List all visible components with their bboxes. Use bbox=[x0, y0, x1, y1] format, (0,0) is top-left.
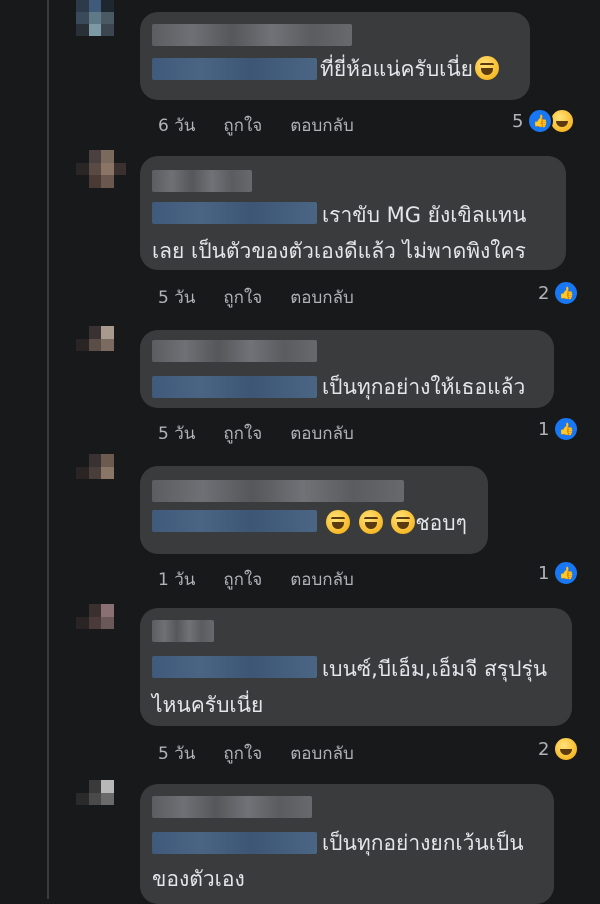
reaction-count: 2 bbox=[538, 738, 550, 760]
reply-link[interactable]: ตอบกลับ bbox=[290, 420, 354, 447]
tagged-name-blurred[interactable] bbox=[152, 832, 317, 854]
commenter-name-blurred[interactable] bbox=[152, 170, 252, 192]
avatar[interactable] bbox=[76, 0, 126, 48]
like-link[interactable]: ถูกใจ bbox=[223, 420, 262, 447]
comment-bubble: เป็นทุกอย่างให้เธอแล้ว bbox=[140, 330, 554, 408]
reactions[interactable]: 5 👍 bbox=[512, 108, 576, 134]
avatar[interactable] bbox=[76, 780, 126, 830]
comment-bubble: เบนซ์,บีเอ็ม,เอ็มจี สรุปรุ่น ไหนครับเนี่… bbox=[140, 608, 572, 726]
reaction-count: 5 bbox=[512, 110, 524, 132]
comment-meta: 5 วัน ถูกใจ ตอบกลับ bbox=[158, 420, 354, 447]
reactions[interactable]: 1 👍 bbox=[538, 416, 580, 442]
reaction-count: 2 bbox=[538, 282, 550, 304]
comment-meta: 6 วัน ถูกใจ ตอบกลับ bbox=[158, 112, 354, 139]
comment-text: เป็นทุกอย่างให้เธอแล้ว bbox=[322, 375, 526, 399]
avatar[interactable] bbox=[76, 454, 126, 504]
comment-text-line: ของตัวเอง bbox=[152, 867, 245, 891]
comment-time[interactable]: 6 วัน bbox=[158, 112, 195, 139]
commenter-name-blurred[interactable] bbox=[152, 620, 214, 642]
comment-time[interactable]: 5 วัน bbox=[158, 420, 195, 447]
like-icon: 👍 bbox=[553, 560, 580, 586]
like-link[interactable]: ถูกใจ bbox=[223, 112, 262, 139]
tagged-name-blurred[interactable] bbox=[152, 510, 317, 532]
like-link[interactable]: ถูกใจ bbox=[223, 740, 262, 767]
haha-icon bbox=[549, 108, 576, 134]
comment-text-line: เบนซ์,บีเอ็ม,เอ็มจี สรุปรุ่น bbox=[322, 657, 548, 681]
reply-link[interactable]: ตอบกลับ bbox=[290, 284, 354, 311]
comment-bubble: เป็นทุกอย่างยกเว้นเป็น ของตัวเอง bbox=[140, 784, 554, 904]
commenter-name-blurred[interactable] bbox=[152, 24, 352, 46]
laughing-emoji-icon bbox=[391, 510, 416, 534]
comment-time[interactable]: 5 วัน bbox=[158, 284, 195, 311]
haha-icon bbox=[553, 736, 580, 762]
tagged-name-blurred[interactable] bbox=[152, 58, 317, 80]
comment-bubble: ชอบๆ bbox=[140, 466, 488, 554]
sweat-smile-emoji-icon bbox=[475, 56, 499, 80]
tagged-name-blurred[interactable] bbox=[152, 202, 317, 224]
tagged-name-blurred[interactable] bbox=[152, 376, 317, 398]
reaction-count: 1 bbox=[538, 562, 550, 584]
comment-meta: 1 วัน ถูกใจ ตอบกลับ bbox=[158, 566, 354, 593]
thread-line bbox=[47, 0, 49, 899]
like-icon: 👍 bbox=[553, 280, 580, 306]
comment-text: ชอบๆ bbox=[324, 506, 467, 540]
commenter-name-blurred[interactable] bbox=[152, 796, 312, 818]
reactions[interactable]: 1 👍 bbox=[538, 560, 580, 586]
laughing-emoji-icon bbox=[326, 510, 350, 534]
reaction-count: 1 bbox=[538, 418, 550, 440]
reactions[interactable]: 2 👍 bbox=[538, 280, 580, 306]
avatar[interactable] bbox=[76, 604, 126, 654]
like-icon: 👍 bbox=[527, 108, 554, 134]
comment-time[interactable]: 1 วัน bbox=[158, 566, 195, 593]
comment-text-line: เลย เป็นตัวของตัวเองดีแล้ว ไม่พาดพิงใคร bbox=[152, 239, 526, 263]
avatar[interactable] bbox=[76, 150, 126, 200]
reply-link[interactable]: ตอบกลับ bbox=[290, 740, 354, 767]
comment-text-line: เราขับ MG ยังเขิลแทน bbox=[322, 203, 527, 227]
comment-bubble: ที่ยี่ห้อแน่ครับเนี่ย bbox=[140, 12, 530, 100]
reactions[interactable]: 2 bbox=[538, 736, 580, 762]
comment-text-line: ไหนครับเนี่ย bbox=[152, 693, 264, 717]
tagged-name-blurred[interactable] bbox=[152, 656, 317, 678]
comment-bubble: เราขับ MG ยังเขิลแทน เลย เป็นตัวของตัวเอ… bbox=[140, 156, 566, 270]
commenter-name-blurred[interactable] bbox=[152, 480, 404, 502]
laughing-emoji-icon bbox=[358, 510, 383, 534]
comment-meta: 5 วัน ถูกใจ ตอบกลับ bbox=[158, 284, 354, 311]
reply-link[interactable]: ตอบกลับ bbox=[290, 112, 354, 139]
like-link[interactable]: ถูกใจ bbox=[223, 566, 262, 593]
reply-link[interactable]: ตอบกลับ bbox=[290, 566, 354, 593]
comment-meta: 5 วัน ถูกใจ ตอบกลับ bbox=[158, 740, 354, 767]
comment-text: ที่ยี่ห้อแน่ครับเนี่ย bbox=[320, 52, 499, 86]
comment-text-line: เป็นทุกอย่างยกเว้นเป็น bbox=[322, 831, 524, 855]
like-icon: 👍 bbox=[553, 416, 580, 442]
like-link[interactable]: ถูกใจ bbox=[223, 284, 262, 311]
commenter-name-blurred[interactable] bbox=[152, 340, 317, 362]
comment-time[interactable]: 5 วัน bbox=[158, 740, 195, 767]
avatar[interactable] bbox=[76, 326, 126, 376]
